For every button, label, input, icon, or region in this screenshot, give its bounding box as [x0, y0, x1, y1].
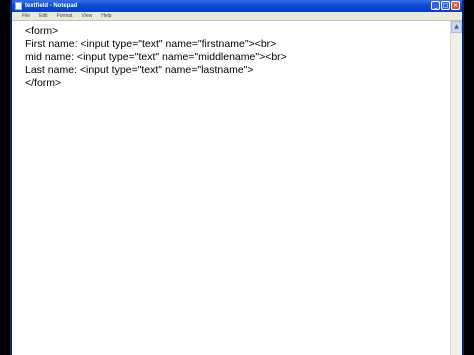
notepad-icon[interactable]: [15, 2, 22, 10]
editor-line: First name: <input type="text" name="fir…: [25, 38, 277, 50]
window-controls: _ □ ×: [431, 1, 460, 10]
close-button[interactable]: ×: [451, 1, 460, 10]
menu-format[interactable]: Format: [57, 13, 73, 19]
minimize-button[interactable]: _: [431, 1, 440, 10]
menu-help[interactable]: Help: [101, 13, 111, 19]
menu-edit[interactable]: Edit: [39, 13, 48, 19]
vertical-scrollbar[interactable]: ▲: [450, 21, 462, 355]
menu-view[interactable]: View: [82, 13, 93, 19]
editor-line: Last name: <input type="text" name="last…: [25, 64, 254, 76]
text-editor[interactable]: <form> First name: <input type="text" na…: [12, 21, 452, 355]
maximize-button[interactable]: □: [441, 1, 450, 10]
scroll-up-arrow-icon[interactable]: ▲: [451, 21, 462, 33]
window-title: textfield - Notepad: [25, 3, 78, 9]
title-bar[interactable]: textfield - Notepad _ □ ×: [12, 0, 462, 12]
editor-line: <form>: [25, 25, 59, 37]
menu-bar: File Edit Format View Help: [12, 12, 462, 21]
editor-line: mid name: <input type="text" name="middl…: [25, 51, 287, 63]
editor-line: </form>: [25, 77, 62, 89]
menu-file[interactable]: File: [22, 13, 30, 19]
notepad-window: textfield - Notepad _ □ × File Edit Form…: [10, 0, 464, 355]
